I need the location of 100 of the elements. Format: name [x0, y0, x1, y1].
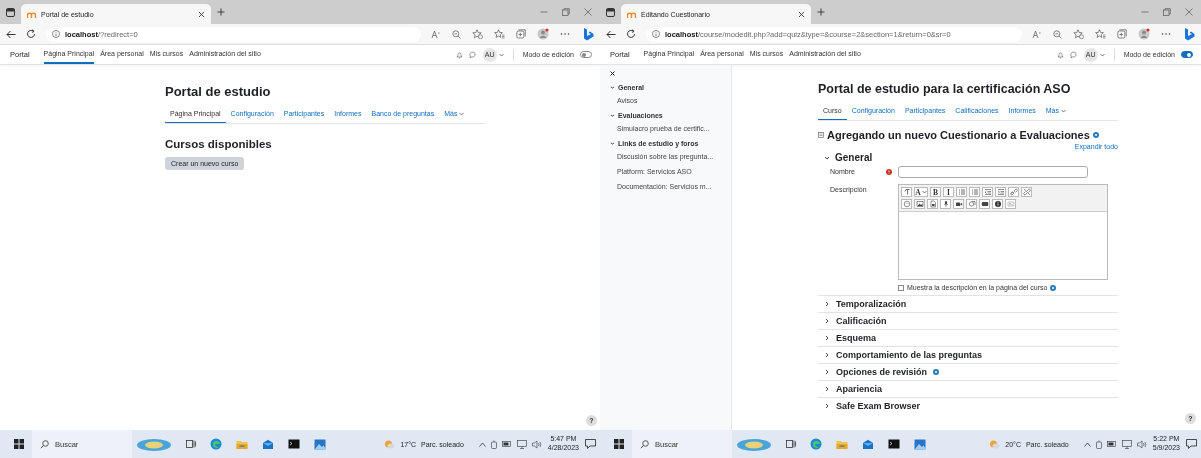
speaker-icon[interactable] [531, 439, 542, 449]
form-heading: Agregando un nuevo Cuestionario a Evaluaciones [827, 129, 1090, 141]
accessibility-icon[interactable] [993, 200, 1002, 208]
terminal-icon[interactable] [288, 439, 300, 449]
touchpad-icon[interactable] [1095, 439, 1102, 449]
task-view-icon[interactable] [186, 439, 196, 449]
restore-icon[interactable] [562, 8, 570, 16]
video-camera-icon[interactable] [954, 200, 963, 208]
battery-icon[interactable] [1106, 441, 1117, 447]
star-add-icon[interactable] [472, 29, 483, 39]
caret-icon [459, 111, 465, 116]
section-header[interactable]: Esquema [818, 329, 1118, 346]
photos-icon[interactable] [314, 438, 326, 450]
photos-icon[interactable] [914, 438, 926, 450]
notifications-icon[interactable] [1186, 439, 1197, 449]
windows-logo-icon[interactable] [14, 439, 24, 449]
section-header[interactable]: Apariencia [818, 380, 1118, 397]
profile-avatar-icon[interactable] [537, 28, 549, 40]
close-icon[interactable] [610, 71, 615, 76]
refresh-icon[interactable] [26, 29, 36, 39]
caret-icon [1061, 108, 1066, 113]
chevron-icon [610, 141, 615, 146]
chevron-icon [824, 352, 830, 358]
info-icon [652, 30, 660, 38]
chevron-up-icon[interactable] [478, 441, 486, 447]
quiz-icon [818, 132, 824, 138]
bell-icon[interactable] [1056, 50, 1064, 59]
task-view-icon[interactable] [786, 439, 796, 449]
bell-icon[interactable] [455, 50, 463, 59]
favorites-icon[interactable] [1095, 29, 1106, 39]
search-icon [40, 439, 49, 449]
help-icon[interactable] [933, 369, 940, 375]
more-options-icon[interactable] [1161, 32, 1171, 36]
chevron-icon [824, 301, 830, 307]
edge-browser-icon[interactable] [210, 438, 222, 450]
edge-browser-icon[interactable] [810, 438, 822, 450]
close-icon[interactable] [198, 10, 205, 18]
section-header[interactable]: Comportamiento de las preguntas [818, 346, 1118, 363]
refresh-icon[interactable] [626, 29, 636, 39]
zoom-icon[interactable] [452, 29, 461, 39]
edit-mode-toggle[interactable] [1181, 51, 1193, 58]
tab-actions-icon[interactable] [6, 7, 15, 17]
collections-icon[interactable] [1117, 29, 1127, 39]
section-header[interactable]: Safe Exam Browser [818, 397, 1118, 414]
numbered-list-icon[interactable] [970, 188, 979, 196]
mail-icon[interactable] [862, 438, 874, 450]
terminal-icon[interactable] [888, 439, 900, 449]
star-add-icon[interactable] [1073, 29, 1084, 39]
favorites-icon[interactable] [494, 29, 505, 39]
section-heading: Cursos disponibles [165, 138, 273, 150]
network-icon[interactable] [1121, 439, 1132, 449]
more-options-icon[interactable] [560, 32, 570, 36]
chat-icon[interactable] [1069, 50, 1078, 59]
battery-icon[interactable] [501, 441, 512, 447]
chevron-up-icon[interactable] [1083, 441, 1091, 447]
caret-icon [1099, 52, 1105, 57]
file-icon[interactable] [928, 200, 937, 208]
collections-icon[interactable] [516, 29, 526, 39]
new-tab-icon[interactable] [217, 8, 225, 16]
image-icon[interactable] [915, 200, 924, 208]
back-arrow-icon[interactable] [606, 29, 616, 39]
section-header[interactable]: Temporalización [818, 295, 1118, 312]
outdent-icon[interactable] [983, 188, 992, 196]
section-header[interactable]: Calificación [818, 312, 1118, 329]
notifications-icon[interactable] [585, 439, 596, 449]
search-icon [640, 439, 649, 449]
caret-icon [498, 52, 504, 57]
paragraph-icon[interactable] [902, 188, 911, 196]
section-header[interactable]: Opciones de revisión [818, 363, 1118, 380]
h5p-icon[interactable] [980, 200, 989, 208]
zoom-icon[interactable] [1053, 29, 1062, 39]
indent-icon[interactable] [996, 188, 1005, 196]
microphone-icon[interactable] [941, 200, 950, 208]
caret-icon [921, 190, 927, 194]
profile-avatar-icon[interactable] [1138, 28, 1150, 40]
restore-icon[interactable] [1163, 8, 1171, 16]
read-aloud-icon[interactable] [431, 29, 441, 39]
new-tab-icon[interactable] [817, 8, 825, 16]
read-aloud-icon[interactable] [1032, 29, 1042, 39]
chevron-icon [610, 113, 615, 118]
close-icon[interactable] [798, 10, 805, 18]
speaker-icon[interactable] [1136, 439, 1147, 449]
mail-icon[interactable] [262, 438, 274, 450]
emoji-icon[interactable] [902, 200, 911, 208]
touchpad-icon[interactable] [490, 439, 497, 449]
unlink-icon[interactable] [1022, 188, 1031, 196]
help-icon[interactable] [1050, 284, 1057, 291]
manage-files-icon[interactable] [967, 200, 976, 208]
back-arrow-icon[interactable] [6, 29, 16, 39]
folder-icon[interactable] [836, 438, 848, 450]
network-icon[interactable] [516, 439, 527, 449]
help-icon[interactable] [1092, 132, 1099, 138]
name-field[interactable] [898, 166, 1088, 178]
tab-actions-icon[interactable] [606, 7, 615, 17]
checkbox[interactable] [898, 284, 904, 291]
folder-icon[interactable] [236, 438, 248, 450]
windows-logo-icon[interactable] [614, 439, 624, 449]
section-header[interactable]: General [824, 152, 1118, 163]
chat-icon[interactable] [468, 50, 477, 59]
link-icon[interactable] [1009, 188, 1018, 196]
